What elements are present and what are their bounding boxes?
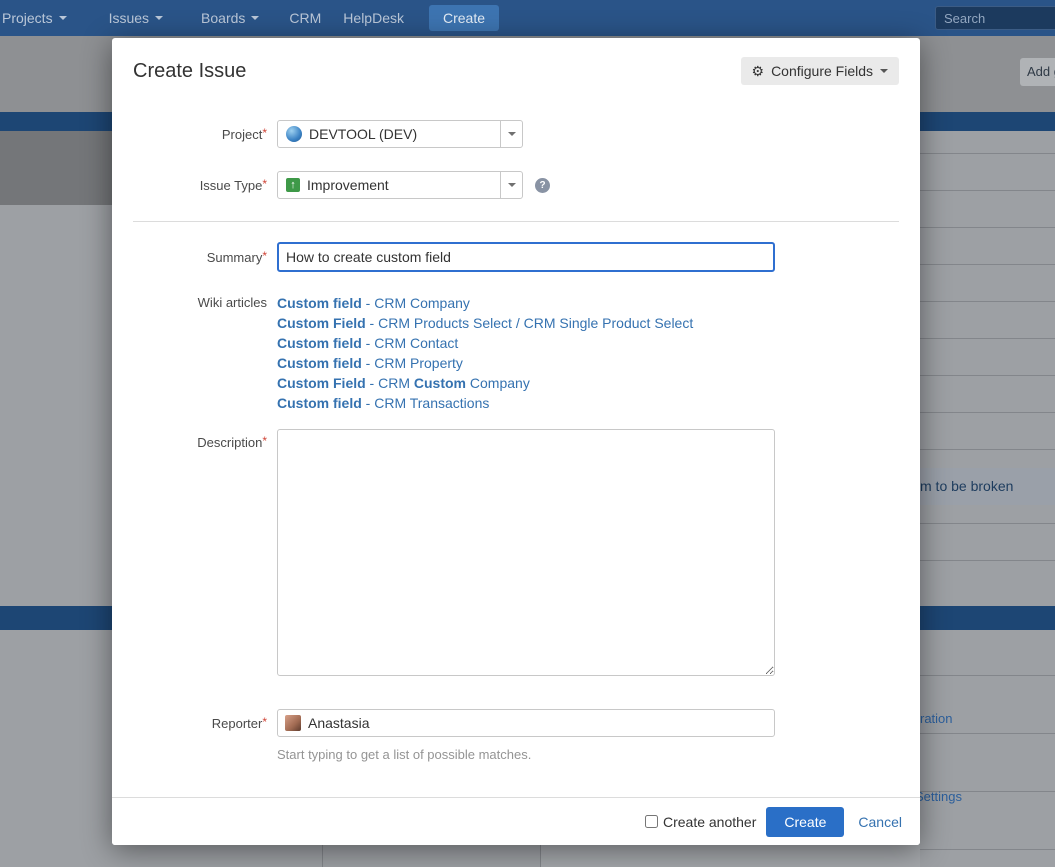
- dialog-title: Create Issue: [133, 60, 246, 83]
- reporter-avatar: [285, 715, 301, 731]
- wiki-article-segment: - CRM Products Select / CRM Single Produ…: [366, 315, 694, 331]
- gear-icon: ⚙: [752, 64, 765, 78]
- project-avatar-icon: [286, 126, 302, 142]
- issue-type-row: Issue Type* ↑ Improvement ?: [112, 171, 920, 199]
- sidebar-fragment: [0, 131, 112, 205]
- chevron-down-icon: [155, 16, 163, 20]
- issue-type-label: Issue Type*: [112, 171, 267, 199]
- wiki-articles-row: Wiki articles Custom field - CRM Company…: [112, 293, 920, 413]
- project-label: Project*: [112, 120, 267, 148]
- nav-item-label: HelpDesk: [343, 10, 404, 26]
- wiki-article-link[interactable]: Custom Field - CRM Products Select / CRM…: [277, 313, 693, 333]
- wiki-articles-list: Custom field - CRM CompanyCustom Field -…: [277, 293, 693, 413]
- wiki-article-segment: - CRM Property: [362, 355, 463, 371]
- project-row: Project* DEVTOOL (DEV): [112, 120, 920, 148]
- reporter-field[interactable]: Anastasia: [277, 709, 775, 737]
- project-select-dropdown-button[interactable]: [500, 121, 522, 147]
- description-row: Description*: [112, 429, 920, 681]
- wiki-article-link[interactable]: Custom field - CRM Property: [277, 353, 693, 373]
- reporter-label: Reporter*: [112, 709, 267, 737]
- wiki-article-segment: Custom field: [277, 335, 362, 351]
- wiki-article-segment: Custom field: [277, 295, 362, 311]
- wiki-article-link[interactable]: Custom field - CRM Contact: [277, 333, 693, 353]
- background-column: [540, 845, 920, 867]
- nav-item-issues[interactable]: Issues: [109, 10, 163, 26]
- required-asterisk: *: [262, 249, 267, 263]
- wiki-article-segment: Custom: [414, 375, 466, 391]
- reporter-hint: Start typing to get a list of possible m…: [277, 747, 920, 762]
- configure-fields-button[interactable]: ⚙ Configure Fields: [741, 57, 900, 85]
- column-divider: [322, 845, 323, 867]
- create-another-label: Create another: [663, 814, 756, 830]
- issue-type-select-dropdown-button[interactable]: [500, 172, 522, 198]
- nav-item-helpdesk[interactable]: HelpDesk: [343, 10, 404, 26]
- nav-create-button[interactable]: Create: [429, 5, 499, 31]
- reporter-name: Anastasia: [308, 715, 369, 731]
- nav-item-boards[interactable]: Boards: [201, 10, 259, 26]
- wiki-article-segment: Custom field: [277, 395, 362, 411]
- wiki-article-link[interactable]: Custom field - CRM Company: [277, 293, 693, 313]
- background-table: m to be broken: [920, 131, 1055, 606]
- wiki-article-link[interactable]: Custom Field - CRM Custom Company: [277, 373, 693, 393]
- required-asterisk: *: [262, 177, 267, 191]
- create-button[interactable]: Create: [766, 807, 844, 837]
- issue-type-select-value: ↑ Improvement: [278, 172, 500, 198]
- configure-fields-label: Configure Fields: [771, 63, 873, 79]
- nav-item-label: Boards: [201, 10, 245, 26]
- create-issue-dialog: Create Issue ⚙ Configure Fields Project*…: [112, 38, 920, 845]
- help-icon[interactable]: ?: [535, 178, 550, 193]
- chevron-down-icon: [508, 183, 516, 187]
- dialog-footer: Create another Create Cancel: [112, 797, 920, 845]
- summary-input[interactable]: [277, 242, 775, 272]
- cancel-link[interactable]: Cancel: [858, 814, 902, 830]
- wiki-article-segment: - CRM Transactions: [362, 395, 490, 411]
- background-content-strip: [112, 845, 920, 867]
- search-input[interactable]: [935, 6, 1055, 30]
- form-divider: [133, 221, 899, 222]
- summary-row: Summary*: [112, 242, 920, 272]
- description-label: Description*: [112, 429, 267, 681]
- background-link-fragment: ration: [920, 711, 953, 726]
- chevron-down-icon: [251, 16, 259, 20]
- dialog-header: Create Issue ⚙ Configure Fields: [112, 38, 920, 97]
- wiki-articles-label: Wiki articles: [112, 293, 267, 413]
- create-another-checkbox[interactable]: [645, 815, 658, 828]
- required-asterisk: *: [262, 715, 267, 729]
- add-gadget-button[interactable]: Add g: [1020, 58, 1055, 86]
- create-another-option[interactable]: Create another: [645, 814, 756, 830]
- project-select[interactable]: DEVTOOL (DEV): [277, 120, 523, 148]
- nav-item-projects[interactable]: Projects: [2, 10, 67, 26]
- wiki-article-segment: - CRM: [366, 375, 414, 391]
- project-select-value: DEVTOOL (DEV): [278, 121, 500, 147]
- wiki-article-segment: - CRM Company: [362, 295, 470, 311]
- page: m to be broken ration Settings Add g Pro…: [0, 0, 1055, 867]
- nav-item-label: Projects: [2, 10, 53, 26]
- nav-item-crm[interactable]: CRM: [289, 10, 321, 26]
- wiki-article-segment: Custom Field: [277, 315, 366, 331]
- description-textarea[interactable]: [277, 429, 775, 676]
- required-asterisk: *: [262, 126, 267, 140]
- nav-item-label: Issues: [109, 10, 149, 26]
- summary-label: Summary*: [112, 242, 267, 272]
- background-link-fragment: Settings: [915, 789, 962, 804]
- wiki-article-segment: Company: [466, 375, 530, 391]
- issue-type-select[interactable]: ↑ Improvement: [277, 171, 523, 199]
- table-row: m to be broken: [920, 468, 1055, 505]
- chevron-down-icon: [508, 132, 516, 136]
- wiki-article-link[interactable]: Custom field - CRM Transactions: [277, 393, 693, 413]
- top-navbar: Projects Issues Boards CRM HelpDesk Crea…: [0, 0, 1055, 36]
- nav-item-label: CRM: [289, 10, 321, 26]
- wiki-article-segment: Custom field: [277, 355, 362, 371]
- wiki-article-segment: - CRM Contact: [362, 335, 458, 351]
- dialog-body: Project* DEVTOOL (DEV): [112, 97, 920, 797]
- improvement-type-icon: ↑: [286, 178, 300, 192]
- wiki-article-segment: Custom Field: [277, 375, 366, 391]
- chevron-down-icon: [59, 16, 67, 20]
- chevron-down-icon: [880, 69, 888, 73]
- background-table-2: ration Settings: [920, 630, 1055, 867]
- required-asterisk: *: [262, 434, 267, 448]
- reporter-row: Reporter* Anastasia: [112, 709, 920, 737]
